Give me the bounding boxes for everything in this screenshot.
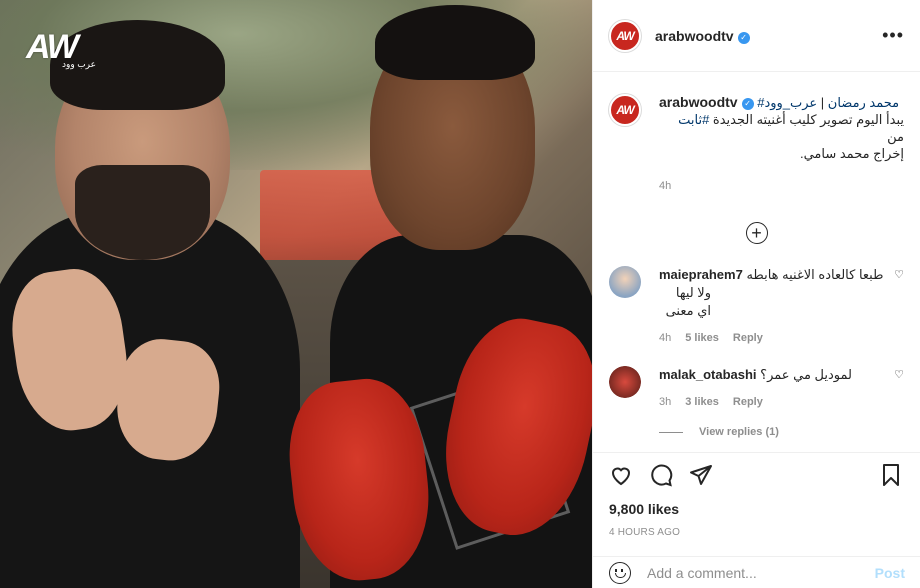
author-avatar[interactable]: AW bbox=[609, 19, 641, 52]
view-replies-label[interactable]: View replies (1) bbox=[699, 426, 779, 438]
post-header: AW arabwoodtv ✓ ••• bbox=[593, 0, 920, 72]
post-side-panel: AW arabwoodtv ✓ ••• AW arabwoodtv ✓ #محمد … bbox=[592, 0, 920, 588]
comment-input[interactable] bbox=[647, 564, 875, 581]
plus-circle-icon[interactable]: + bbox=[745, 222, 768, 244]
watermark-subtext: عرب وود bbox=[62, 59, 97, 69]
heart-icon[interactable] bbox=[609, 463, 635, 489]
load-more-comments[interactable]: + bbox=[593, 222, 920, 244]
comment-likes[interactable]: 3 likes bbox=[685, 396, 719, 408]
caption-line-3: إخراج محمد سامي. bbox=[799, 146, 904, 161]
hashtag-thabet[interactable]: #ثابت bbox=[678, 112, 709, 127]
comment-icon[interactable] bbox=[649, 463, 675, 489]
comment-like-heart-icon[interactable]: ♡ bbox=[894, 368, 904, 408]
caption-verified-badge-icon: ✓ bbox=[741, 98, 754, 110]
comment-body: maieprahem7 طبعا كالعاده الاغنيه هابطه و… bbox=[659, 266, 886, 344]
caption-line-2-suffix: من bbox=[887, 129, 904, 144]
emoji-icon[interactable] bbox=[609, 561, 631, 584]
comment-line-2: ولا ليها اي معنى bbox=[665, 285, 711, 318]
photo-person-right-hair bbox=[375, 5, 535, 80]
comment-text: maieprahem7 طبعا كالعاده الاغنيه هابطه و… bbox=[659, 266, 886, 320]
comment-body: malak_otabashi لموديل مي عمر؟ 3h 3 likes… bbox=[659, 366, 886, 408]
comment-time[interactable]: 4h bbox=[659, 332, 671, 344]
comment-meta: 3h 3 likes Reply bbox=[659, 396, 886, 408]
likes-count[interactable]: 9,800 likes bbox=[609, 501, 905, 517]
comment-username[interactable]: malak_otabashi bbox=[659, 367, 757, 382]
caption-separator: | bbox=[817, 95, 828, 110]
comment-reply-button[interactable]: Reply bbox=[733, 396, 763, 408]
view-replies-line bbox=[659, 431, 683, 433]
comment-item: malak_otabashi لموديل مي عمر؟ 3h 3 likes… bbox=[593, 366, 920, 408]
comment-item: maieprahem7 طبعا كالعاده الاغنيه هابطه و… bbox=[593, 266, 920, 344]
instagram-post: AW عرب وود AW arabwoodtv ✓ ••• AW arabwoo… bbox=[0, 0, 920, 588]
share-icon[interactable] bbox=[689, 463, 715, 489]
action-bar bbox=[609, 463, 905, 489]
commenter-avatar[interactable] bbox=[609, 266, 641, 298]
view-replies-button[interactable]: View replies (1) bbox=[659, 426, 920, 438]
comment-text: malak_otabashi لموديل مي عمر؟ bbox=[659, 366, 886, 384]
hashtag-arabwood[interactable]: عرب_وود bbox=[764, 95, 817, 110]
author-username-text[interactable]: arabwoodtv bbox=[655, 28, 734, 44]
post-actions-area: 9,800 likes 4 HOURS AGO bbox=[593, 452, 920, 538]
bookmark-icon[interactable] bbox=[879, 463, 905, 489]
comment-meta: 4h 5 likes Reply bbox=[659, 332, 886, 344]
post-comment-button[interactable]: Post bbox=[875, 565, 905, 581]
caption-time[interactable]: 4h bbox=[659, 180, 904, 192]
comment-likes[interactable]: 5 likes bbox=[685, 332, 719, 344]
comment-reply-button[interactable]: Reply bbox=[733, 332, 763, 344]
photo-person-left-beard bbox=[75, 165, 210, 260]
more-options-icon[interactable]: ••• bbox=[882, 25, 904, 46]
post-photo[interactable]: AW عرب وود bbox=[0, 0, 592, 588]
author-username[interactable]: arabwoodtv ✓ bbox=[655, 28, 750, 44]
comment-line-1: طبعا كالعاده الاغنيه هابطه bbox=[746, 267, 884, 282]
post-timestamp[interactable]: 4 HOURS AGO bbox=[609, 527, 905, 538]
post-caption: AW arabwoodtv ✓ #محمد رمضان | عرب_وود يبد… bbox=[593, 72, 920, 192]
comment-like-heart-icon[interactable]: ♡ bbox=[894, 268, 904, 344]
comment-line-1: لموديل مي عمر؟ bbox=[760, 367, 852, 382]
add-comment-bar: Post bbox=[593, 556, 920, 588]
comment-username[interactable]: maieprahem7 bbox=[659, 267, 743, 282]
commenter-avatar[interactable] bbox=[609, 366, 641, 398]
caption-line-2-prefix: يبدأ اليوم تصوير كليب أغنيته الجديدة bbox=[709, 112, 904, 127]
caption-avatar[interactable]: AW bbox=[609, 94, 641, 126]
verified-badge-icon: ✓ bbox=[737, 31, 750, 44]
caption-body: arabwoodtv ✓ #محمد رمضان | عرب_وود يبدأ ا… bbox=[659, 94, 904, 192]
caption-text: arabwoodtv ✓ #محمد رمضان | عرب_وود يبدأ ا… bbox=[659, 94, 904, 162]
comment-time[interactable]: 3h bbox=[659, 396, 671, 408]
caption-line-2: يبدأ اليوم تصوير كليب أغنيته الجديدة #ثا… bbox=[659, 111, 904, 145]
caption-username[interactable]: arabwoodtv bbox=[659, 94, 738, 110]
